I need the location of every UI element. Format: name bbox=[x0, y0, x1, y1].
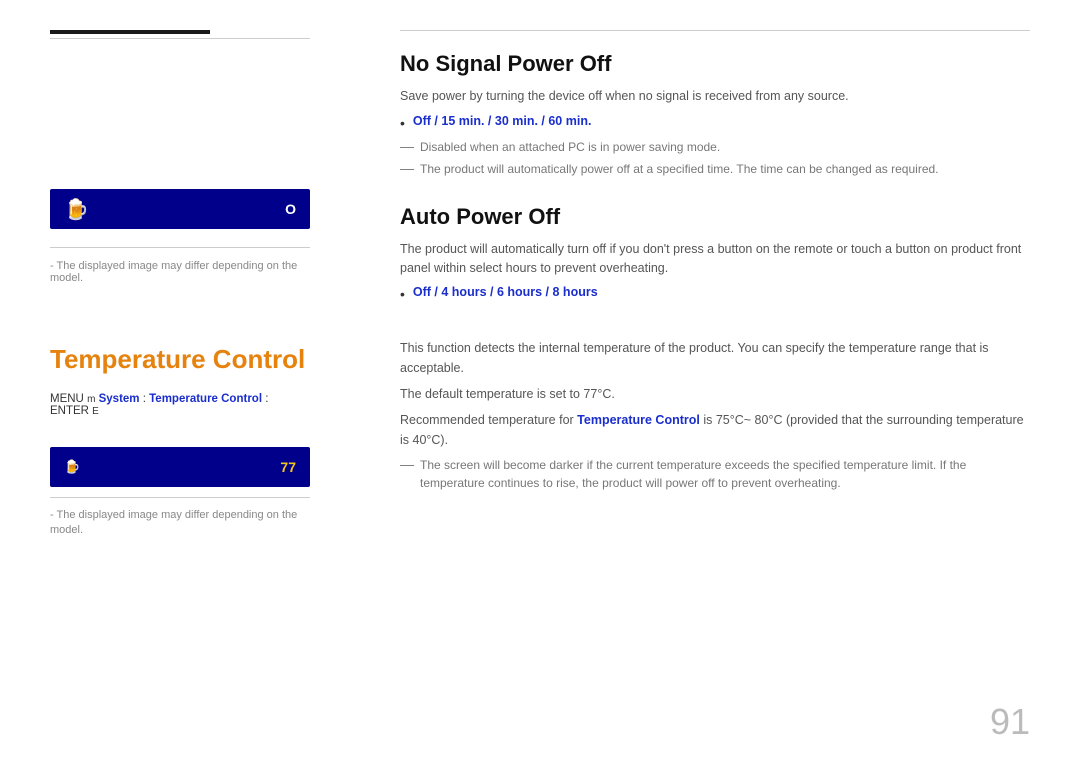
auto-power-title: Auto Power Off bbox=[400, 204, 1030, 230]
temp-right-section: This function detects the internal tempe… bbox=[400, 338, 1030, 492]
divider-2 bbox=[50, 497, 310, 498]
page-number: 91 bbox=[990, 701, 1030, 743]
auto-power-bullet-text: Off / 4 hours / 6 hours / 8 hours bbox=[413, 285, 598, 299]
top-bar-full bbox=[400, 30, 1030, 31]
screen-value-2: 77 bbox=[280, 459, 296, 475]
left-column: 🍺 O - The displayed image may differ dep… bbox=[0, 0, 340, 763]
auto-power-bullet: • Off / 4 hours / 6 hours / 8 hours bbox=[400, 285, 1030, 303]
temp-dash-text: The screen will become darker if the cur… bbox=[420, 456, 1030, 492]
temp-dash: — The screen will become darker if the c… bbox=[400, 456, 1030, 492]
note-1: - The displayed image may differ dependi… bbox=[50, 260, 310, 284]
no-signal-bullet: • Off / 15 min. / 30 min. / 60 min. bbox=[400, 114, 1030, 132]
dash-symbol-1: — bbox=[400, 138, 414, 155]
screen-icon-2: 🍺 bbox=[64, 459, 80, 475]
menu-e: E bbox=[92, 406, 99, 417]
temp-desc-3: Recommended temperature for Temperature … bbox=[400, 410, 1030, 450]
temp-desc-3-highlight: Temperature Control bbox=[577, 413, 700, 427]
right-column: No Signal Power Off Save power by turnin… bbox=[340, 0, 1080, 763]
menu-path: MENU m System : Temperature Control : EN… bbox=[50, 393, 310, 417]
divider-1 bbox=[50, 247, 310, 248]
screen-icon-1: 🍺 bbox=[64, 197, 89, 222]
menu-system: System bbox=[99, 393, 140, 405]
temp-title: Temperature Control bbox=[50, 344, 310, 375]
temp-desc-1: This function detects the internal tempe… bbox=[400, 338, 1030, 378]
screen-value-1: O bbox=[285, 201, 296, 217]
menu-temp-control: Temperature Control bbox=[149, 393, 262, 405]
temp-desc-2: The default temperature is set to 77°C. bbox=[400, 384, 1030, 404]
no-signal-dash-text-1: Disabled when an attached PC is in power… bbox=[420, 138, 720, 156]
bullet-dot-1: • bbox=[400, 114, 405, 132]
dash-symbol-3: — bbox=[400, 456, 414, 473]
menu-m: m bbox=[87, 394, 95, 405]
menu-prefix: MENU bbox=[50, 393, 87, 405]
no-signal-desc: Save power by turning the device off whe… bbox=[400, 87, 1030, 106]
no-signal-bullet-text: Off / 15 min. / 30 min. / 60 min. bbox=[413, 114, 592, 128]
no-signal-title: No Signal Power Off bbox=[400, 51, 1030, 77]
no-signal-section: No Signal Power Off Save power by turnin… bbox=[400, 51, 1030, 182]
top-bar-container bbox=[400, 30, 1030, 31]
top-bar-left bbox=[50, 30, 210, 34]
auto-power-section: Auto Power Off The product will automati… bbox=[400, 204, 1030, 310]
no-signal-dash-text-2: The product will automatically power off… bbox=[420, 160, 939, 178]
bullet-dot-2: • bbox=[400, 285, 405, 303]
temp-section-left: Temperature Control MENU m System : Temp… bbox=[50, 344, 310, 536]
no-signal-dash-1: — Disabled when an attached PC is in pow… bbox=[400, 138, 1030, 156]
note-2: - The displayed image may differ dependi… bbox=[50, 509, 297, 536]
screen-demo-1: 🍺 O bbox=[50, 189, 310, 229]
auto-power-desc: The product will automatically turn off … bbox=[400, 240, 1030, 278]
top-bar-divider bbox=[50, 38, 310, 39]
no-signal-dash-2: — The product will automatically power o… bbox=[400, 160, 1030, 178]
temp-desc-3-prefix: Recommended temperature for bbox=[400, 413, 577, 427]
screen-demo-2: 🍺 77 bbox=[50, 447, 310, 487]
dash-symbol-2: — bbox=[400, 160, 414, 177]
